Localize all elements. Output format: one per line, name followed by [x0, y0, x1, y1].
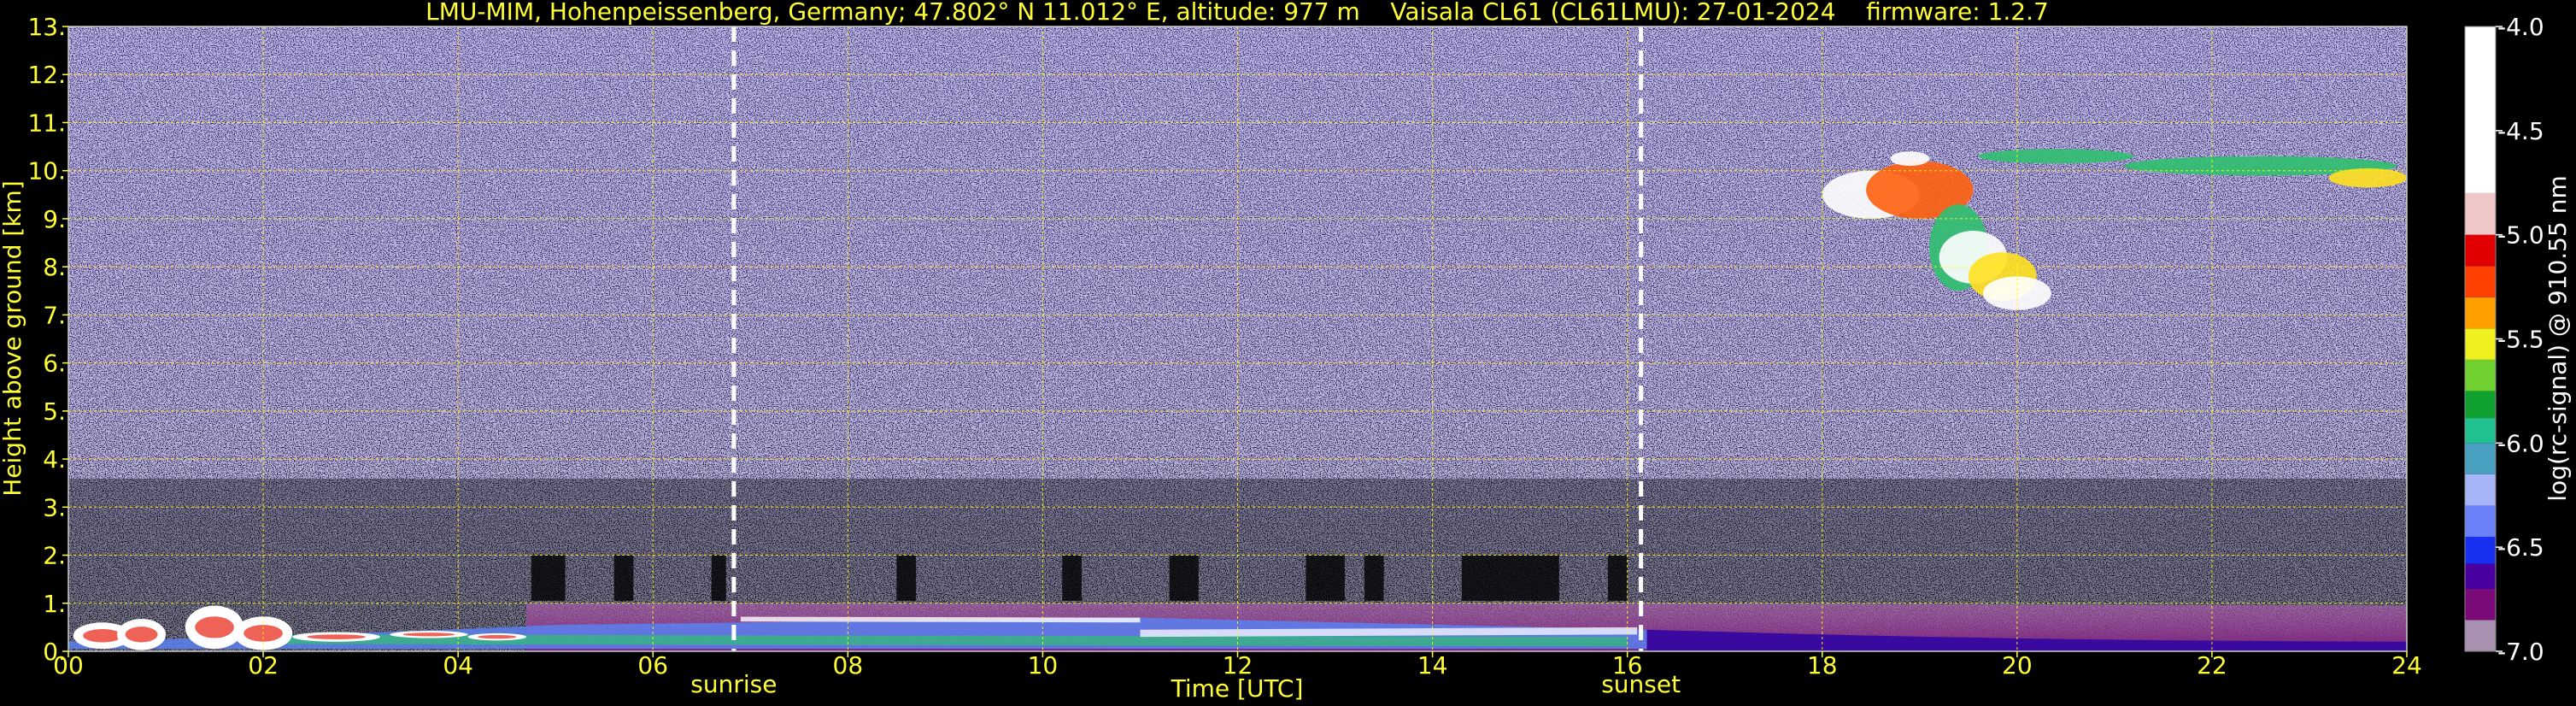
colorbar-segment — [2465, 192, 2496, 235]
colorbar-segment — [2465, 234, 2496, 267]
x-tick-label: 24 — [2391, 651, 2422, 680]
no-signal-gap — [613, 555, 634, 601]
y-tick-label: 11. — [27, 109, 66, 137]
y-tick-label: 13. — [27, 13, 66, 41]
cirrus-cloud — [1890, 151, 1930, 167]
no-signal-gap — [531, 555, 566, 601]
chart-title: LMU-MIM, Hohenpeissenberg, Germany; 47.8… — [425, 0, 2049, 26]
colorbar-segment — [2465, 391, 2496, 419]
colorbar-segment — [2465, 588, 2496, 621]
cirrus-cloud — [2328, 168, 2407, 188]
no-signal-gap — [711, 555, 726, 601]
bl-cloud-top — [740, 616, 1141, 623]
y-tick-label: 1. — [43, 590, 66, 618]
y-tick-label: 10. — [27, 157, 66, 185]
colorbar-segment — [2465, 443, 2496, 474]
y-tick-label: 9. — [43, 205, 66, 233]
colorbar-tick-label: -6.5 — [2497, 533, 2544, 562]
colorbar-segment — [2465, 418, 2496, 444]
y-axis-label: Height above ground [km] — [0, 180, 26, 497]
no-signal-gap — [1364, 555, 1384, 601]
colorbar-segment — [2465, 297, 2496, 329]
colorbar-tick-label: -4.0 — [2497, 13, 2544, 41]
colorbar-tick-label: -5.0 — [2497, 221, 2544, 250]
x-tick-label: 20 — [2002, 651, 2033, 680]
x-tick-label: 02 — [248, 651, 279, 680]
colorbar-segment — [2465, 328, 2496, 360]
x-tick-label: 08 — [833, 651, 864, 680]
y-axis-ticks: 0. 1. 2. 3. 4. 5. 6. 7. 8. 9. 10. 11. 12. 13. — [27, 13, 68, 666]
y-tick-label: 5. — [43, 397, 66, 426]
colorbar-tick-label: -7.0 — [2497, 638, 2544, 666]
no-signal-gap — [896, 555, 917, 601]
y-tick-label: 7. — [43, 301, 66, 329]
no-signal-gap — [1607, 555, 1628, 601]
y-tick-label: 6. — [43, 350, 66, 378]
no-signal-gap — [1461, 555, 1559, 601]
x-axis-label: Time [UTC] — [1171, 674, 1304, 703]
x-tick-label: 06 — [637, 651, 668, 680]
low-cloud-core — [307, 634, 366, 639]
cirrus-cloud — [1978, 149, 2134, 164]
colorbar-tick-label: -5.5 — [2497, 326, 2544, 354]
low-cloud-core — [195, 616, 234, 638]
low-cloud-core — [477, 635, 517, 639]
x-tick-label: 14 — [1417, 651, 1448, 680]
x-tick-label: 16 — [1612, 651, 1643, 680]
y-tick-label: 4. — [43, 445, 66, 474]
y-tick-label: 2. — [43, 542, 66, 570]
y-tick-label: 12. — [27, 61, 66, 89]
ceilometer-chart: sunrise sunset 00 02 04 06 08 10 12 14 16 18 20 22 24… — [0, 0, 2572, 703]
y-tick-label: 3. — [43, 493, 66, 521]
colorbar-segment — [2465, 563, 2496, 589]
no-signal-gap — [1169, 555, 1199, 601]
low-cloud-core — [402, 632, 455, 637]
no-signal-gap — [1306, 555, 1345, 601]
x-tick-label: 22 — [2197, 651, 2227, 680]
no-signal-gap — [1062, 555, 1083, 601]
x-tick-label: 10 — [1028, 651, 1059, 680]
low-cloud-core — [83, 628, 122, 643]
colorbar-segment — [2465, 359, 2496, 391]
colorbar-tick-label: -4.5 — [2497, 117, 2544, 145]
y-tick-label: 0. — [43, 638, 66, 666]
colorbar-segment — [2465, 474, 2496, 506]
colorbar-segment — [2465, 266, 2496, 297]
low-cloud-core — [125, 627, 158, 643]
sunrise-label: sunrise — [690, 670, 777, 698]
y-tick-label: 8. — [43, 253, 66, 281]
colorbar-label: log(rc-signal) @ 910.55 nm — [2544, 175, 2572, 501]
colorbar-segment — [2465, 505, 2496, 537]
colorbar-segment — [2465, 26, 2496, 193]
colorbar-segment — [2465, 620, 2496, 651]
colorbar-segment — [2465, 536, 2496, 564]
colorbar-tick-label: -6.0 — [2497, 429, 2544, 457]
x-tick-label: 04 — [443, 651, 473, 680]
colorbar: -7.0 -6.5 -6.0 -5.5 -5.0 -4.5 -4.0 — [2464, 13, 2544, 666]
x-tick-label: 18 — [1807, 651, 1838, 680]
